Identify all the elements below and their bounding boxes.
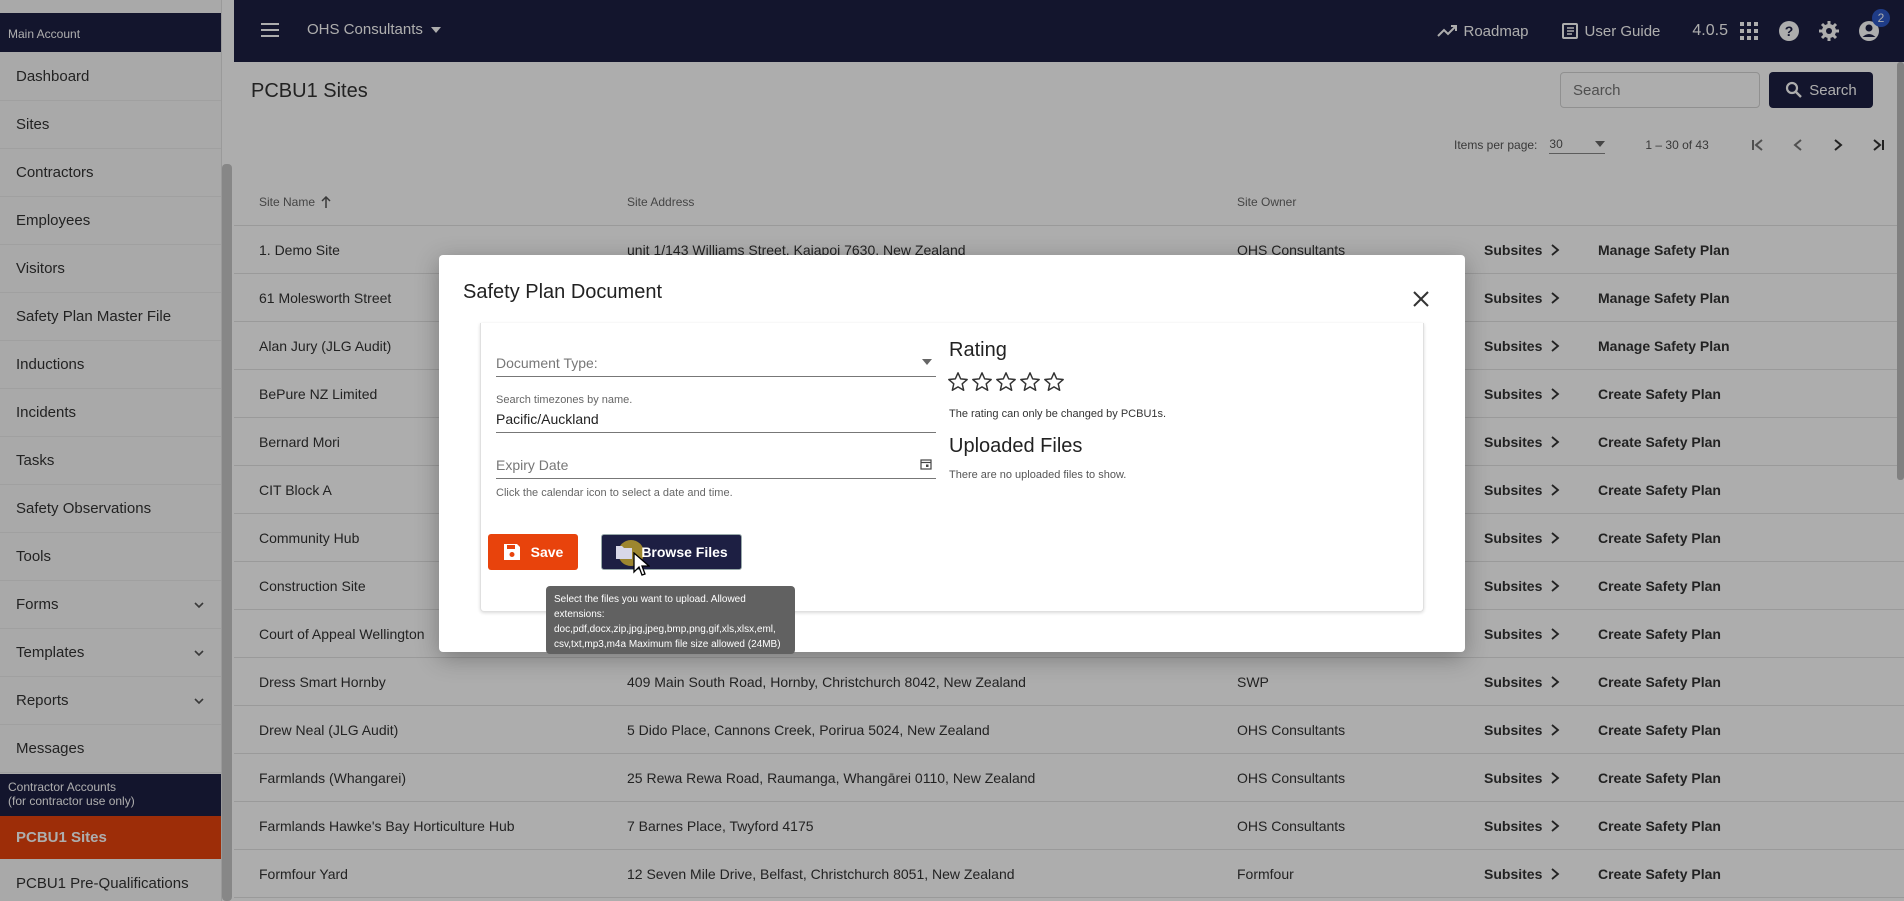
star-icon: [948, 372, 968, 391]
dialog-card: Document Type: Search timezones by name.…: [480, 323, 1424, 612]
timezone-label: Search timezones by name.: [496, 394, 633, 406]
rating-note: The rating can only be changed by PCBU1s…: [949, 408, 1167, 420]
folder-icon: [616, 546, 633, 559]
close-icon[interactable]: [1411, 289, 1431, 309]
document-type-select[interactable]: Document Type:: [496, 345, 936, 377]
dialog-title: Safety Plan Document: [463, 281, 662, 303]
calendar-icon[interactable]: [920, 458, 932, 470]
floppy-disk-icon: [503, 544, 520, 560]
uploaded-files-note: There are no uploaded files to show.: [949, 469, 1127, 481]
rating-title: Rating: [949, 339, 1007, 361]
timezone-value: Pacific/Auckland: [496, 411, 599, 427]
caret-down-icon: [922, 359, 932, 365]
star-icon: [1020, 372, 1040, 391]
expiry-date-hint: Click the calendar icon to select a date…: [496, 487, 733, 499]
save-button-label: Save: [530, 544, 564, 560]
document-type-placeholder: Document Type:: [496, 355, 598, 371]
uploaded-files-title: Uploaded Files: [949, 435, 1083, 457]
save-button[interactable]: Save: [488, 534, 578, 570]
browse-files-tooltip: Select the files you want to upload. All…: [546, 586, 795, 654]
star-icon: [1044, 372, 1064, 391]
mouse-cursor-icon: [633, 552, 650, 576]
browse-files-label: Browse Files: [641, 544, 728, 560]
browse-files-button[interactable]: Browse Files: [601, 534, 742, 570]
star-icon: [996, 372, 1016, 391]
star-icon: [972, 372, 992, 391]
expiry-date-placeholder: Expiry Date: [496, 457, 569, 473]
expiry-date-field[interactable]: Expiry Date: [496, 445, 936, 479]
timezone-field[interactable]: Search timezones by name. Pacific/Auckla…: [496, 389, 936, 433]
rating-stars: [947, 371, 1065, 393]
